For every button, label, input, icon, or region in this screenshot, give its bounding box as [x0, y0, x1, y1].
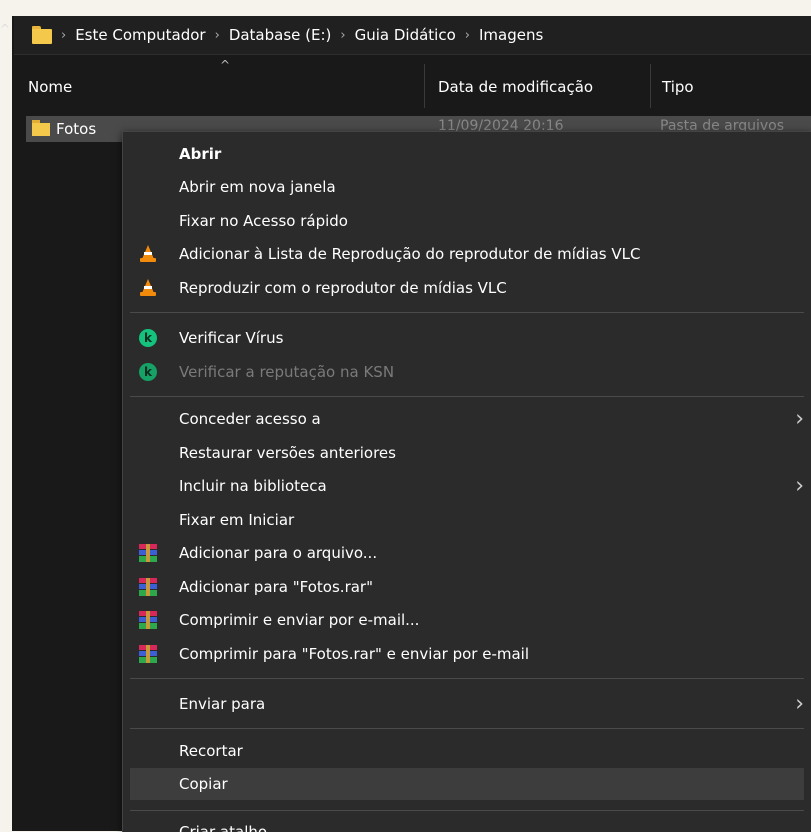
- menu-item-rar-adicionar-fotos[interactable]: Adicionar para "Fotos.rar": [130, 571, 804, 603]
- folder-icon: [32, 120, 50, 136]
- chevron-right-icon[interactable]: ›: [61, 28, 66, 43]
- menu-item-rar-email[interactable]: Comprimir e enviar por e-mail...: [130, 604, 804, 636]
- menu-item-rar-adicionar[interactable]: Adicionar para o arquivo...: [130, 537, 804, 569]
- vlc-cone-icon: [139, 245, 157, 263]
- menu-separator: [130, 678, 804, 679]
- column-header-type[interactable]: Tipo: [662, 78, 694, 96]
- context-menu: Abrir Abrir em nova janela Fixar no Aces…: [122, 131, 811, 832]
- folder-icon: [32, 26, 52, 44]
- chevron-right-icon[interactable]: ›: [465, 28, 470, 43]
- menu-item-conceder-acesso[interactable]: Conceder acesso a ›: [130, 403, 804, 435]
- menu-item-fixar-acesso-rapido[interactable]: Fixar no Acesso rápido: [130, 205, 804, 237]
- winrar-icon: [139, 544, 157, 562]
- menu-item-abrir[interactable]: Abrir: [130, 138, 804, 170]
- chevron-right-icon: ›: [795, 406, 804, 432]
- breadcrumb-database[interactable]: Database (E:): [229, 26, 332, 44]
- menu-item-label: Adicionar à Lista de Reprodução do repro…: [179, 245, 641, 263]
- menu-separator: [130, 396, 804, 397]
- menu-item-recortar[interactable]: Recortar: [130, 735, 804, 767]
- menu-item-label: Copiar: [179, 775, 228, 793]
- column-divider[interactable]: [424, 64, 425, 108]
- chevron-right-icon[interactable]: ›: [340, 28, 345, 43]
- column-headers: ^ Nome Data de modificação Tipo: [14, 56, 811, 112]
- chevron-right-icon: ›: [795, 473, 804, 499]
- menu-item-enviar-para[interactable]: Enviar para ›: [130, 688, 804, 720]
- menu-item-label: Abrir em nova janela: [179, 178, 336, 196]
- menu-item-copiar[interactable]: Copiar: [130, 768, 804, 800]
- menu-item-label: Verificar a reputação na KSN: [179, 363, 395, 381]
- menu-item-abrir-nova-janela[interactable]: Abrir em nova janela: [130, 171, 804, 203]
- menu-item-label: Recortar: [179, 742, 243, 760]
- menu-item-fixar-iniciar[interactable]: Fixar em Iniciar: [130, 504, 804, 536]
- chevron-right-icon: ›: [795, 691, 804, 717]
- menu-item-label: Conceder acesso a: [179, 410, 321, 428]
- menu-separator: [130, 810, 804, 811]
- menu-item-label: Incluir na biblioteca: [179, 477, 327, 495]
- menu-item-label: Restaurar versões anteriores: [179, 444, 396, 462]
- chevron-right-icon[interactable]: ›: [215, 28, 220, 43]
- winrar-icon: [139, 611, 157, 629]
- menu-item-label: Verificar Vírus: [179, 329, 284, 347]
- kaspersky-icon: k: [139, 329, 157, 347]
- menu-item-label: Reproduzir com o reprodutor de mídias VL…: [179, 279, 507, 297]
- vlc-cone-icon: [139, 279, 157, 297]
- breadcrumb-este-computador[interactable]: Este Computador: [75, 26, 205, 44]
- sort-ascending-icon: ^: [220, 58, 231, 72]
- menu-item-restaurar-versoes[interactable]: Restaurar versões anteriores: [130, 437, 804, 469]
- address-bar[interactable]: › Este Computador › Database (E:) › Guia…: [14, 16, 811, 55]
- menu-item-vlc-adicionar[interactable]: Adicionar à Lista de Reprodução do repro…: [130, 238, 804, 270]
- menu-item-vlc-reproduzir[interactable]: Reproduzir com o reprodutor de mídias VL…: [130, 272, 804, 304]
- menu-item-label: Comprimir e enviar por e-mail...: [179, 611, 420, 629]
- menu-item-label: Adicionar para "Fotos.rar": [179, 578, 373, 596]
- kaspersky-icon: k: [139, 363, 157, 381]
- menu-item-label: Fixar em Iniciar: [179, 511, 295, 529]
- column-header-name[interactable]: Nome: [28, 78, 72, 96]
- menu-separator: [130, 312, 804, 313]
- column-divider[interactable]: [650, 64, 651, 108]
- menu-item-verificar-virus[interactable]: k Verificar Vírus: [130, 322, 804, 354]
- up-arrow-icon[interactable]: ^: [0, 22, 10, 36]
- menu-separator: [130, 728, 804, 729]
- menu-item-label: Fixar no Acesso rápido: [179, 212, 348, 230]
- menu-item-label: Comprimir para "Fotos.rar" e enviar por …: [179, 645, 529, 663]
- menu-item-reputacao-ksn: k Verificar a reputação na KSN: [130, 356, 804, 388]
- menu-item-label: Abrir: [179, 145, 222, 163]
- menu-item-label: Adicionar para o arquivo...: [179, 544, 378, 562]
- menu-item-criar-atalho[interactable]: Criar atalho: [130, 816, 804, 832]
- breadcrumb-imagens[interactable]: Imagens: [479, 26, 543, 44]
- file-name: Fotos: [56, 120, 97, 138]
- menu-item-incluir-biblioteca[interactable]: Incluir na biblioteca ›: [130, 470, 804, 502]
- menu-item-label: Enviar para: [179, 695, 266, 713]
- winrar-icon: [139, 645, 157, 663]
- winrar-icon: [139, 578, 157, 596]
- column-header-date[interactable]: Data de modificação: [438, 78, 593, 96]
- breadcrumb-guia-didatico[interactable]: Guia Didático: [355, 26, 456, 44]
- menu-item-rar-email-fotos[interactable]: Comprimir para "Fotos.rar" e enviar por …: [130, 638, 804, 670]
